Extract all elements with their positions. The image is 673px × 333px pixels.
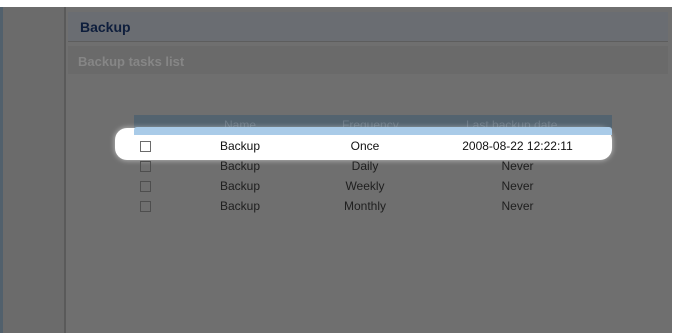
table-row[interactable]: Backup Monthly Never — [134, 197, 612, 217]
row-checkbox[interactable] — [140, 161, 151, 172]
sidebar-edge — [0, 7, 3, 333]
cell-name: Backup — [220, 159, 261, 173]
row-checkbox[interactable] — [140, 141, 151, 152]
cell-last-backup-date: Never — [501, 179, 534, 193]
row-checkbox[interactable] — [140, 181, 151, 192]
section-title: Backup tasks list — [78, 54, 185, 69]
section-header: Backup tasks list — [68, 46, 668, 74]
row-highlight-strip — [134, 127, 612, 135]
sidebar — [0, 7, 64, 333]
cell-name: Backup — [220, 199, 261, 213]
cell-frequency: Daily — [351, 159, 379, 173]
cell-last-backup-date: 2008-08-22 12:22:11 — [462, 139, 573, 153]
cell-last-backup-date: Never — [501, 159, 534, 173]
table-row[interactable]: Backup Weekly Never — [134, 177, 612, 197]
cell-frequency: Once — [350, 139, 380, 153]
cell-name: Backup — [220, 139, 261, 153]
app-window: Backup Backup tasks list Name Frequency … — [0, 0, 673, 333]
row-checkbox[interactable] — [140, 201, 151, 212]
cell-name: Backup — [220, 179, 261, 193]
cell-frequency: Weekly — [345, 179, 385, 193]
cell-last-backup-date: Never — [501, 199, 534, 213]
table-row[interactable]: Backup Once 2008-08-22 12:22:11 — [134, 137, 612, 157]
page-header: Backup — [68, 12, 668, 42]
page-title: Backup — [80, 19, 131, 35]
table-row[interactable]: Backup Daily Never — [134, 157, 612, 177]
cell-frequency: Monthly — [343, 199, 387, 213]
